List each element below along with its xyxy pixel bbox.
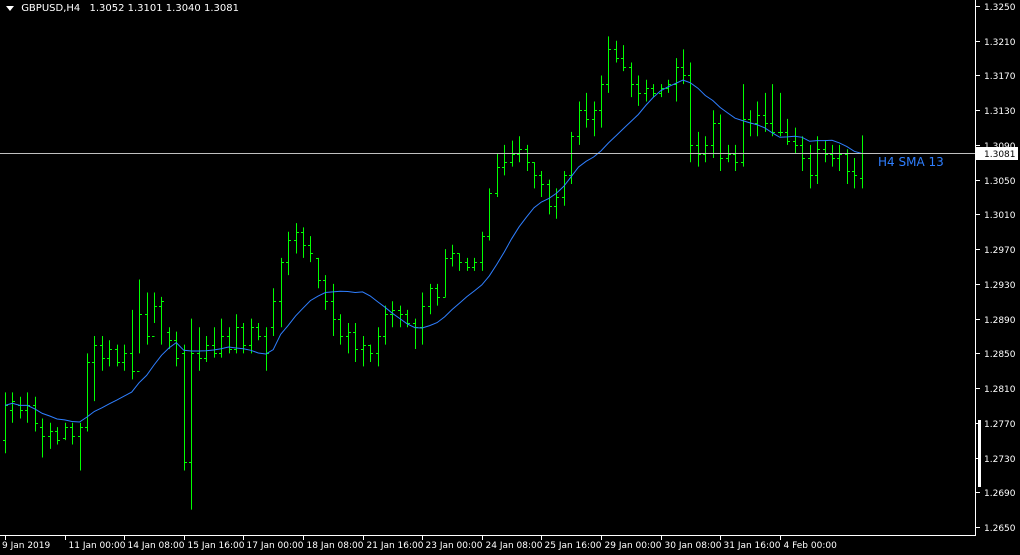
chart-window[interactable]: H4 SMA 13 1.32501.32101.31701.31301.3090… — [0, 0, 1020, 555]
price-tick-label: 1.2930 — [984, 281, 1016, 291]
chart-background — [0, 0, 1020, 555]
sma-indicator-label: H4 SMA 13 — [878, 155, 944, 169]
time-tick-label: 9 Jan 2019 — [2, 541, 50, 551]
price-tick-label: 1.3010 — [984, 211, 1016, 221]
symbol-timeframe: GBPUSD,H4 — [21, 3, 81, 14]
price-tick-label: 1.2730 — [984, 455, 1016, 465]
price-tick-label: 1.3050 — [984, 177, 1016, 187]
time-tick-label: 30 Jan 08:00 — [665, 541, 722, 551]
time-tick-label: 17 Jan 00:00 — [247, 541, 304, 551]
price-tick-label: 1.2970 — [984, 246, 1016, 256]
price-tick-label: 1.2890 — [984, 316, 1016, 326]
price-scale-marker — [978, 420, 981, 487]
price-tick-label: 1.2850 — [984, 350, 1016, 360]
price-tick-label: 1.2770 — [984, 420, 1016, 430]
price-tick-label: 1.2690 — [984, 489, 1016, 499]
price-tick-label: 1.3210 — [984, 38, 1016, 48]
price-chart[interactable]: H4 SMA 13 1.32501.32101.31701.31301.3090… — [0, 0, 1020, 555]
ohlc-values: 1.3052 1.3101 1.3040 1.3081 — [89, 3, 239, 14]
chart-header: GBPUSD,H4 1.3052 1.3101 1.3040 1.3081 — [6, 3, 239, 15]
current-price-value: 1.3081 — [984, 150, 1016, 160]
time-tick-label: 11 Jan 00:00 — [69, 541, 126, 551]
time-tick-label: 14 Jan 08:00 — [128, 541, 185, 551]
current-price-tag: 1.3081 — [976, 147, 1018, 160]
price-tick-label: 1.2810 — [984, 385, 1016, 395]
dropdown-triangle-icon[interactable] — [6, 6, 14, 11]
time-tick-label: 21 Jan 16:00 — [367, 541, 424, 551]
time-tick-label: 31 Jan 16:00 — [724, 541, 781, 551]
time-tick-label: 24 Jan 08:00 — [486, 541, 543, 551]
time-tick-label: 29 Jan 00:00 — [605, 541, 662, 551]
time-tick-label: 4 Feb 00:00 — [784, 541, 838, 551]
price-tick-label: 1.3130 — [984, 107, 1016, 117]
price-tick-label: 1.2650 — [984, 524, 1016, 534]
price-tick-label: 1.3170 — [984, 72, 1016, 82]
price-tick-label: 1.3250 — [984, 3, 1016, 13]
time-tick-label: 23 Jan 00:00 — [426, 541, 483, 551]
time-tick-label: 15 Jan 16:00 — [188, 541, 245, 551]
time-tick-label: 18 Jan 08:00 — [307, 541, 364, 551]
time-tick-label: 25 Jan 16:00 — [545, 541, 602, 551]
